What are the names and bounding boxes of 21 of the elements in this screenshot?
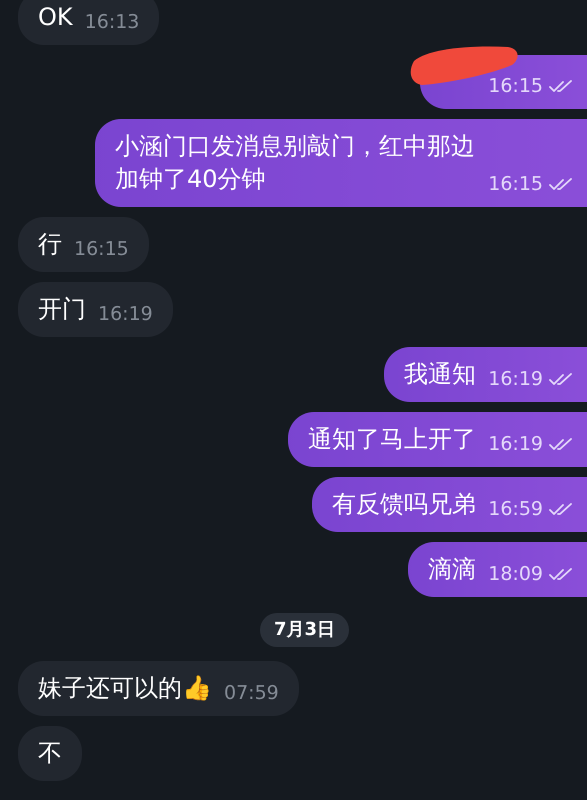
- message-time: 16:15: [488, 173, 543, 195]
- message-time: 16:59: [488, 498, 543, 520]
- message-text: 行: [38, 229, 62, 260]
- date-separator: 7月3日: [260, 613, 350, 647]
- message-text: 滴滴: [428, 554, 476, 585]
- message-text: OK: [38, 2, 73, 33]
- message-time: 16:19: [98, 303, 153, 325]
- message-time: 16:19: [488, 433, 543, 455]
- message-text: 通知了马上开了: [308, 424, 476, 455]
- message-text: 妹子还可以的👍: [38, 673, 212, 704]
- message-time: 16:13: [84, 11, 140, 33]
- message-time: 16:15: [74, 238, 129, 260]
- message-text: 不: [38, 738, 62, 769]
- message-text: 有反馈吗兄弟: [332, 489, 476, 520]
- message-time: 16:15: [488, 75, 543, 97]
- message-text: 开门: [38, 294, 86, 325]
- message-text: 小涵门口发消息别敲门，红中那边加钟了40分钟: [115, 131, 476, 195]
- message-time: 16:19: [488, 368, 543, 390]
- message-text: 我通知: [404, 359, 476, 390]
- message-time: 18:09: [488, 563, 543, 585]
- message-time: 07:59: [224, 682, 279, 704]
